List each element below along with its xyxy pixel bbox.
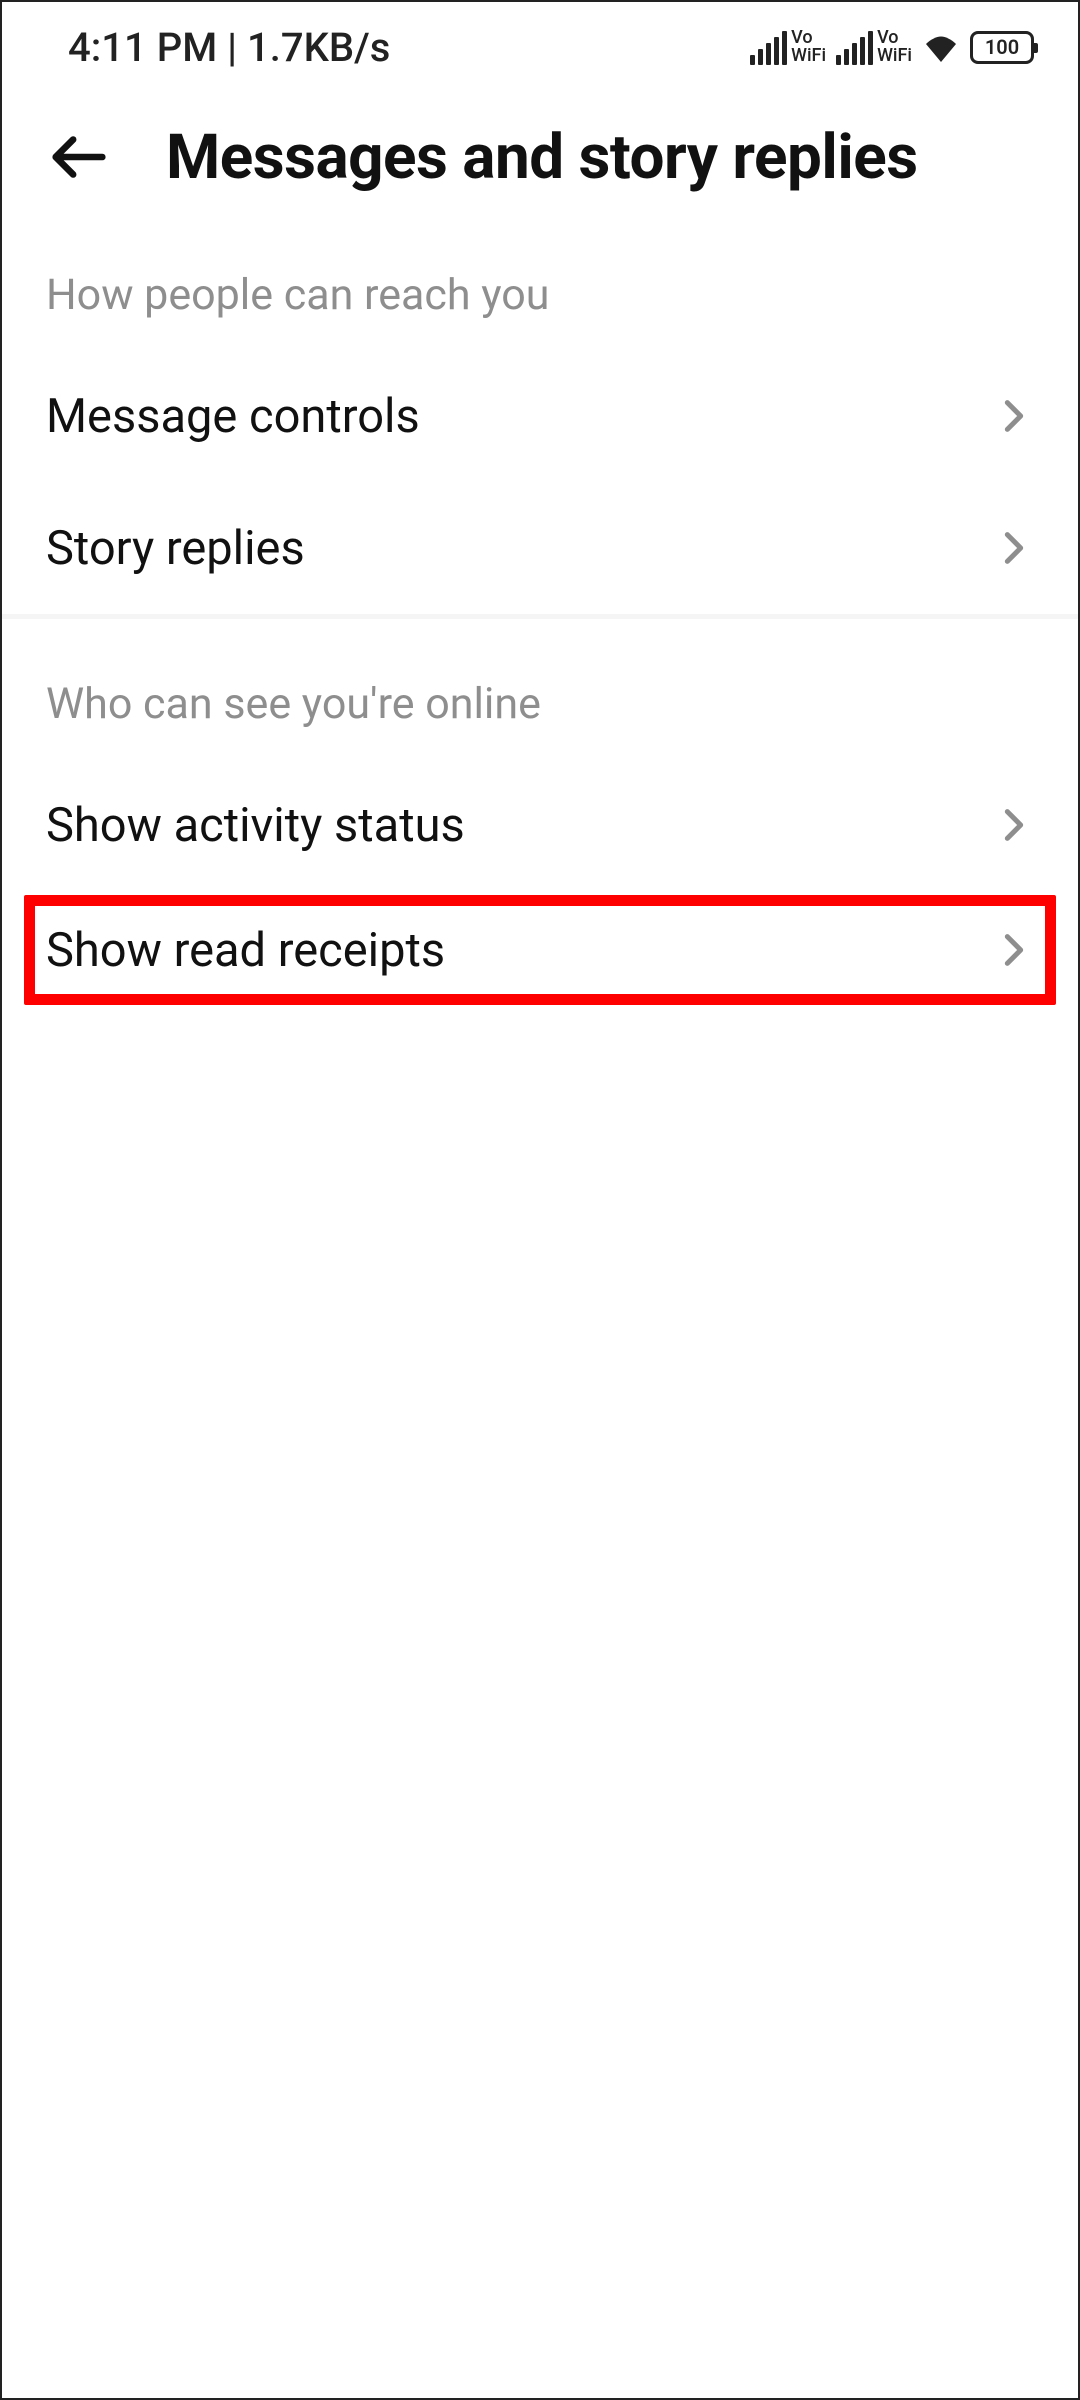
section-header-reach: How people can reach you <box>2 222 1078 350</box>
back-button[interactable] <box>42 120 116 194</box>
signal-indicator-2: Vo WiFi <box>836 29 912 65</box>
chevron-right-icon <box>994 528 1034 568</box>
battery-indicator: 100 <box>970 31 1034 64</box>
status-indicators: Vo WiFi Vo WiFi 100 <box>750 29 1034 65</box>
chevron-right-icon <box>994 396 1034 436</box>
vowifi-label-1: Vo WiFi <box>791 29 826 65</box>
vowifi-label-2: Vo WiFi <box>877 29 912 65</box>
row-label: Show read receipts <box>46 923 445 978</box>
row-story-replies[interactable]: Story replies <box>2 482 1078 614</box>
status-bar: 4:11 PM | 1.7KB/s Vo WiFi Vo WiFi 100 <box>2 2 1078 92</box>
chevron-right-icon <box>994 930 1034 970</box>
title-bar: Messages and story replies <box>2 92 1078 222</box>
row-label: Story replies <box>46 521 305 576</box>
chevron-right-icon <box>994 805 1034 845</box>
row-message-controls[interactable]: Message controls <box>2 350 1078 482</box>
row-show-read-receipts[interactable]: Show read receipts <box>20 891 1060 1009</box>
signal-indicator-1: Vo WiFi <box>750 29 826 65</box>
row-label: Message controls <box>46 389 420 444</box>
arrow-left-icon <box>44 122 114 192</box>
row-show-activity-status[interactable]: Show activity status <box>2 759 1078 891</box>
battery-level: 100 <box>985 35 1019 59</box>
row-label: Show activity status <box>46 798 465 853</box>
section-header-online: Who can see you're online <box>2 619 1078 759</box>
status-time: 4:11 PM | 1.7KB/s <box>68 24 390 71</box>
wifi-icon <box>922 32 960 62</box>
page-title: Messages and story replies <box>166 121 918 194</box>
